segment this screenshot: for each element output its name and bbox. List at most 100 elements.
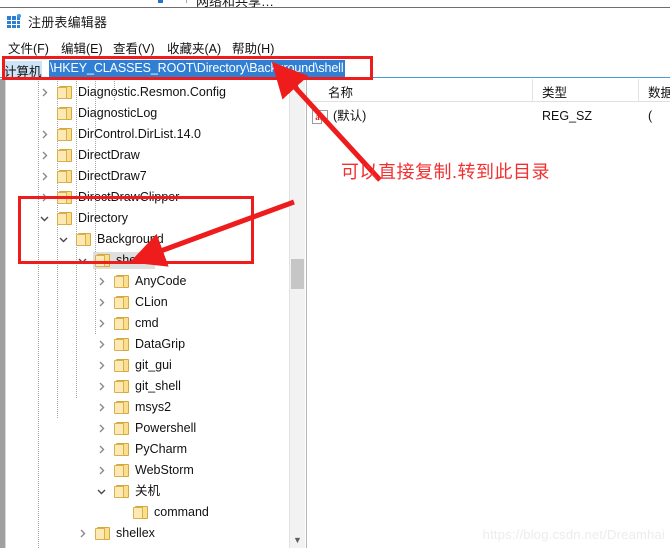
folder-icon <box>57 128 72 141</box>
tree-guide-diaglog <box>38 79 48 80</box>
scroll-up-icon[interactable]: ▲ <box>290 79 305 95</box>
tree-scrollbar-thumb[interactable] <box>291 259 304 289</box>
folder-icon <box>114 443 129 456</box>
tree-item-label: command <box>154 505 209 519</box>
chevron-right-icon[interactable] <box>40 151 49 160</box>
tree-item-label: WebStorm <box>135 463 194 477</box>
folder-icon <box>114 359 129 372</box>
chevron-right-icon[interactable] <box>78 529 87 538</box>
registry-values-pane[interactable]: 名称 类型 数据 ab (默认) REG_SZ ( <box>310 79 670 548</box>
menu-file[interactable]: 文件(F) <box>8 38 49 57</box>
chevron-right-icon[interactable] <box>97 466 106 475</box>
table-row[interactable]: ab (默认) REG_SZ ( <box>310 106 670 127</box>
tree-item[interactable]: 关机 <box>6 481 289 502</box>
tree-item[interactable]: shellex <box>6 523 289 544</box>
tree-item-label: 关机 <box>135 484 161 498</box>
chevron-down-icon[interactable] <box>59 235 68 244</box>
column-header-data[interactable]: 数据 <box>648 82 670 101</box>
tree-item[interactable]: PyCharm <box>6 439 289 460</box>
tree-item[interactable]: DataGrip <box>6 334 289 355</box>
chevron-right-icon[interactable] <box>40 193 49 202</box>
registry-grid-icon <box>7 14 22 29</box>
registry-tree-pane[interactable]: Diagnostic.Resmon.Config DiagnosticLog Dir… <box>6 79 289 548</box>
tree-item[interactable]: DefaultIcon <box>6 544 289 548</box>
chevron-down-icon[interactable] <box>78 256 87 265</box>
folder-icon <box>114 485 129 498</box>
chevron-right-icon[interactable] <box>97 361 106 370</box>
folder-icon <box>114 422 129 435</box>
chevron-right-icon[interactable] <box>97 424 106 433</box>
tree-item[interactable]: command <box>6 502 289 523</box>
column-header-name[interactable]: 名称 <box>328 82 353 101</box>
tree-item-label: cmd <box>135 316 159 330</box>
watermark: https://blog.csdn.net/Dreamhai <box>482 527 665 542</box>
address-prefix: 计算机 <box>4 61 42 80</box>
tree-item[interactable]: Diagnostic.Resmon.Config <box>6 82 289 103</box>
chevron-down-icon[interactable] <box>40 214 49 223</box>
menu-help[interactable]: 帮助(H) <box>232 38 274 57</box>
tree-item-label: Directory <box>78 211 129 225</box>
column-divider-2[interactable] <box>638 79 639 101</box>
tree-item-label: shell <box>116 253 142 267</box>
tree-item[interactable]: DiagnosticLog <box>6 103 289 124</box>
tree-item[interactable]: WebStorm <box>6 460 289 481</box>
chevron-down-icon[interactable] <box>97 487 106 496</box>
value-type-cell: REG_SZ <box>542 109 593 123</box>
tree-item-label: DirControl.DirList.14.0 <box>78 127 201 141</box>
tree-item[interactable]: DirectDrawClipper <box>6 187 289 208</box>
value-data-cell: ( <box>648 109 653 123</box>
tree-item-label: DirectDraw7 <box>78 169 147 183</box>
chevron-right-icon[interactable] <box>97 298 106 307</box>
chevron-right-icon[interactable] <box>40 88 49 97</box>
chevron-right-icon[interactable] <box>97 319 106 328</box>
tree-item[interactable]: AnyCode <box>6 271 289 292</box>
column-header-type[interactable]: 类型 <box>542 82 567 101</box>
pane-splitter[interactable] <box>306 79 309 548</box>
tree-item[interactable]: msys2 <box>6 397 289 418</box>
chevron-right-icon[interactable] <box>97 382 106 391</box>
chevron-right-icon[interactable] <box>40 172 49 181</box>
chevron-right-icon[interactable] <box>97 277 106 286</box>
chevron-right-icon[interactable] <box>97 340 106 349</box>
folder-icon <box>133 506 148 519</box>
menu-edit[interactable]: 编辑(E) <box>61 38 103 57</box>
tree-item[interactable]: DirectDraw7 <box>6 166 289 187</box>
menu-view[interactable]: 查看(V) <box>113 38 155 57</box>
tree-item[interactable]: DirControl.DirList.14.0 <box>6 124 289 145</box>
address-bar[interactable]: 计算机 \HKEY_CLASSES_ROOT\Directory\Backgro… <box>0 58 670 80</box>
tree-item-label: DirectDrawClipper <box>78 190 180 204</box>
tree-item[interactable]: CLion <box>6 292 289 313</box>
scroll-down-icon[interactable]: ▼ <box>290 532 305 548</box>
tree-item[interactable]: git_gui <box>6 355 289 376</box>
tree-item[interactable]: Background <box>6 229 289 250</box>
folder-icon <box>57 149 72 162</box>
folder-icon <box>114 464 129 477</box>
tree-item-label: Background <box>97 232 164 246</box>
window-title: 注册表编辑器 <box>28 15 108 30</box>
folder-icon <box>95 527 110 540</box>
tree-item-label: AnyCode <box>135 274 187 288</box>
menu-favorites[interactable]: 收藏夹(A) <box>167 38 221 57</box>
tree-item-selected[interactable]: shell <box>6 250 289 271</box>
ab-string-icon: ab <box>312 110 328 124</box>
folder-icon <box>114 338 129 351</box>
tree-guide-defaulticon <box>57 79 67 80</box>
tree-item-label: shellex <box>116 526 155 540</box>
values-list-header: 名称 类型 数据 <box>310 79 670 102</box>
tree-item-label: DataGrip <box>135 337 186 351</box>
window-scrollbar-thumb[interactable] <box>0 79 5 548</box>
tree-item[interactable]: Directory <box>6 208 289 229</box>
chevron-right-icon[interactable] <box>97 403 106 412</box>
tree-scrollbar[interactable]: ▲ ▼ <box>289 79 305 548</box>
chevron-right-icon[interactable] <box>97 445 106 454</box>
tree-item[interactable]: DirectDraw <box>6 145 289 166</box>
tree-item[interactable]: git_shell <box>6 376 289 397</box>
tree-item[interactable]: Powershell <box>6 418 289 439</box>
chevron-right-icon[interactable] <box>40 130 49 139</box>
column-divider-1[interactable] <box>532 79 533 101</box>
address-path-input[interactable]: \HKEY_CLASSES_ROOT\Directory\Background\… <box>49 60 345 77</box>
folder-icon <box>95 254 110 267</box>
tree-item-label: Powershell <box>135 421 197 435</box>
tree-item[interactable]: cmd <box>6 313 289 334</box>
folder-icon <box>57 170 72 183</box>
